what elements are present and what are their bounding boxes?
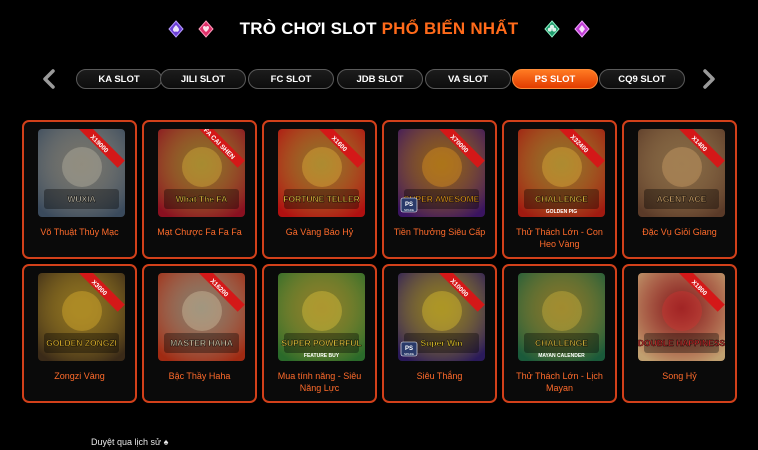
game-thumbnail: FORTUNE TELLER X1600 [278, 129, 365, 217]
game-thumbnail: Super Win X10000 PS SPADE [398, 273, 485, 361]
game-thumbnail-art: SUPER AWESOME X70000 PS SPADE [398, 129, 485, 217]
history-icon: ♠ [163, 437, 169, 447]
game-thumbnail-art: SUPER POWERFUL FEATURE BUY [278, 273, 365, 361]
game-title: Tiền Thưởng Siêu Cấp [393, 227, 486, 237]
tab-jdb-slot[interactable]: JDB SLOT [337, 69, 423, 89]
game-card[interactable]: MASTER HAHA X16200 Bậc Thầy Haha [142, 264, 257, 403]
tab-fc-slot[interactable]: FC SLOT [248, 69, 334, 89]
svg-text:WUXIA: WUXIA [67, 194, 95, 204]
game-card[interactable]: FORTUNE TELLER X1600 Gà Vàng Báo Hỷ [262, 120, 377, 259]
history-link[interactable]: Duyệt qua lịch sử ♠ [91, 437, 168, 447]
prev-arrow-button[interactable] [38, 66, 60, 92]
game-thumbnail-art: DOUBLE HAPPINESS X1800 [638, 273, 725, 361]
game-card[interactable]: DOUBLE HAPPINESS X1800 Song Hỷ [622, 264, 737, 403]
tab-jili-slot[interactable]: JILI SLOT [160, 69, 246, 89]
tab-va-slot[interactable]: VA SLOT [425, 69, 511, 89]
game-title: Võ Thuật Thủy Mạc [40, 227, 119, 237]
svg-text:SUPER POWERFUL: SUPER POWERFUL [281, 338, 361, 348]
game-card[interactable]: CHALLENGE GOLDEN PIG X32400 Thử Thách Lớn … [502, 120, 617, 259]
game-card[interactable]: SUPER POWERFUL FEATURE BUY Mua tính năng -… [262, 264, 377, 403]
tab-cq9-slot[interactable]: CQ9 SLOT [599, 69, 685, 89]
svg-text:FEATURE BUY: FEATURE BUY [304, 353, 340, 359]
game-thumbnail-art: WUXIA X19000 [38, 129, 125, 217]
game-thumbnail: SUPER AWESOME X70000 PS SPADE [398, 129, 485, 217]
game-thumbnail: CHALLENGE MAYAN CALENDER [518, 273, 605, 361]
game-title: Zongzi Vàng [54, 371, 105, 381]
svg-text:GOLDEN ZONGZI: GOLDEN ZONGZI [46, 338, 117, 348]
game-title: Thử Thách Lớn - Lịch Mayan [516, 371, 603, 393]
game-thumbnail-art: What The FA FA CAI SHEN [158, 129, 245, 217]
game-thumbnail: AGENT ACE X1400 [638, 129, 725, 217]
game-card[interactable]: Super Win X10000 PS SPADE Siêu Thắng [382, 264, 497, 403]
game-title: Gà Vàng Báo Hỷ [285, 227, 354, 237]
svg-text:AGENT ACE: AGENT ACE [657, 194, 707, 204]
svg-text:MAYAN CALENDER: MAYAN CALENDER [538, 353, 585, 359]
game-thumbnail-art: CHALLENGE MAYAN CALENDER [518, 273, 605, 361]
game-card[interactable]: GOLDEN ZONGZI X3000 Zongzi Vàng [22, 264, 137, 403]
game-thumbnail: CHALLENGE GOLDEN PIG X32400 [518, 129, 605, 217]
section-header: TRÒ CHƠI SLOT PHỔ BIẾN NHẤT [0, 14, 758, 44]
game-title: Đặc Vụ Giỏi Giang [642, 227, 717, 237]
club-gem-icon [544, 20, 561, 38]
game-card[interactable]: SUPER AWESOME X70000 PS SPADE Tiền Thưởng… [382, 120, 497, 259]
game-title: Siêu Thắng [416, 371, 463, 381]
game-title: Mua tính năng - Siêu Năng Lực [277, 371, 362, 393]
page-title: TRÒ CHƠI SLOT PHỔ BIẾN NHẤT [239, 19, 519, 38]
spade-gem-icon [167, 20, 184, 38]
game-title: Mạt Chược Fa Fa Fa [157, 227, 242, 237]
game-thumbnail: DOUBLE HAPPINESS X1800 [638, 273, 725, 361]
game-thumbnail-art: CHALLENGEGOLDEN PIG X32400 [518, 129, 605, 217]
game-thumbnail: MASTER HAHA X16200 [158, 273, 245, 361]
game-thumbnail-art: AGENT ACE X1400 [638, 129, 725, 217]
tab-ps-slot[interactable]: PS SLOT [512, 69, 598, 89]
provider-tabs: KA SLOT JILI SLOT FC SLOT JDB SLOT VA SLOT PS… [0, 66, 758, 92]
game-thumbnail-art: FORTUNE TELLER X1600 [278, 129, 365, 217]
svg-text:CHALLENGE: CHALLENGE [535, 194, 588, 204]
game-title: Song Hỷ [662, 371, 697, 381]
next-arrow-button[interactable] [698, 66, 720, 92]
game-title: Bậc Thầy Haha [168, 371, 231, 381]
svg-text:FORTUNE TELLER: FORTUNE TELLER [283, 194, 360, 204]
game-thumbnail-art: MASTER HAHA X16200 [158, 273, 245, 361]
chevron-left-icon [43, 69, 55, 89]
diamond-gem-icon [574, 20, 591, 38]
game-thumbnail: WUXIA X19000 [38, 129, 125, 217]
svg-text:GOLDEN PIG: GOLDEN PIG [546, 209, 578, 215]
game-card[interactable]: What The FA FA CAI SHEN Mạt Chược Fa Fa F… [142, 120, 257, 259]
game-card[interactable]: CHALLENGE MAYAN CALENDER Thử Thách Lớn - L… [502, 264, 617, 403]
game-thumbnail-art: Super Win X10000 PS SPADE [398, 273, 485, 361]
heart-gem-icon [197, 20, 214, 38]
game-thumbnail: GOLDEN ZONGZI X3000 [38, 273, 125, 361]
game-card[interactable]: AGENT ACE X1400 Đặc Vụ Giỏi Giang [622, 120, 737, 259]
game-title: Thử Thách Lớn - Con Heo Vàng [516, 227, 603, 249]
svg-text:MASTER HAHA: MASTER HAHA [170, 338, 233, 348]
svg-text:DOUBLE HAPPINESS: DOUBLE HAPPINESS [638, 338, 725, 348]
game-card[interactable]: WUXIA X19000 Võ Thuật Thủy Mạc [22, 120, 137, 259]
game-thumbnail-art: GOLDEN ZONGZI X3000 [38, 273, 125, 361]
game-grid: WUXIA X19000 Võ Thuật Thủy Mạc What The F… [22, 120, 738, 403]
tab-ka-slot[interactable]: KA SLOT [76, 69, 162, 89]
svg-text:CHALLENGE: CHALLENGE [535, 338, 588, 348]
svg-text:Super Win: Super Win [421, 338, 463, 348]
chevron-right-icon [703, 69, 715, 89]
svg-text:SPADE: SPADE [404, 352, 414, 356]
svg-text:What The FA: What The FA [176, 194, 227, 204]
svg-text:SPADE: SPADE [404, 208, 414, 212]
game-thumbnail: What The FA FA CAI SHEN [158, 129, 245, 217]
game-thumbnail: SUPER POWERFUL FEATURE BUY [278, 273, 365, 361]
